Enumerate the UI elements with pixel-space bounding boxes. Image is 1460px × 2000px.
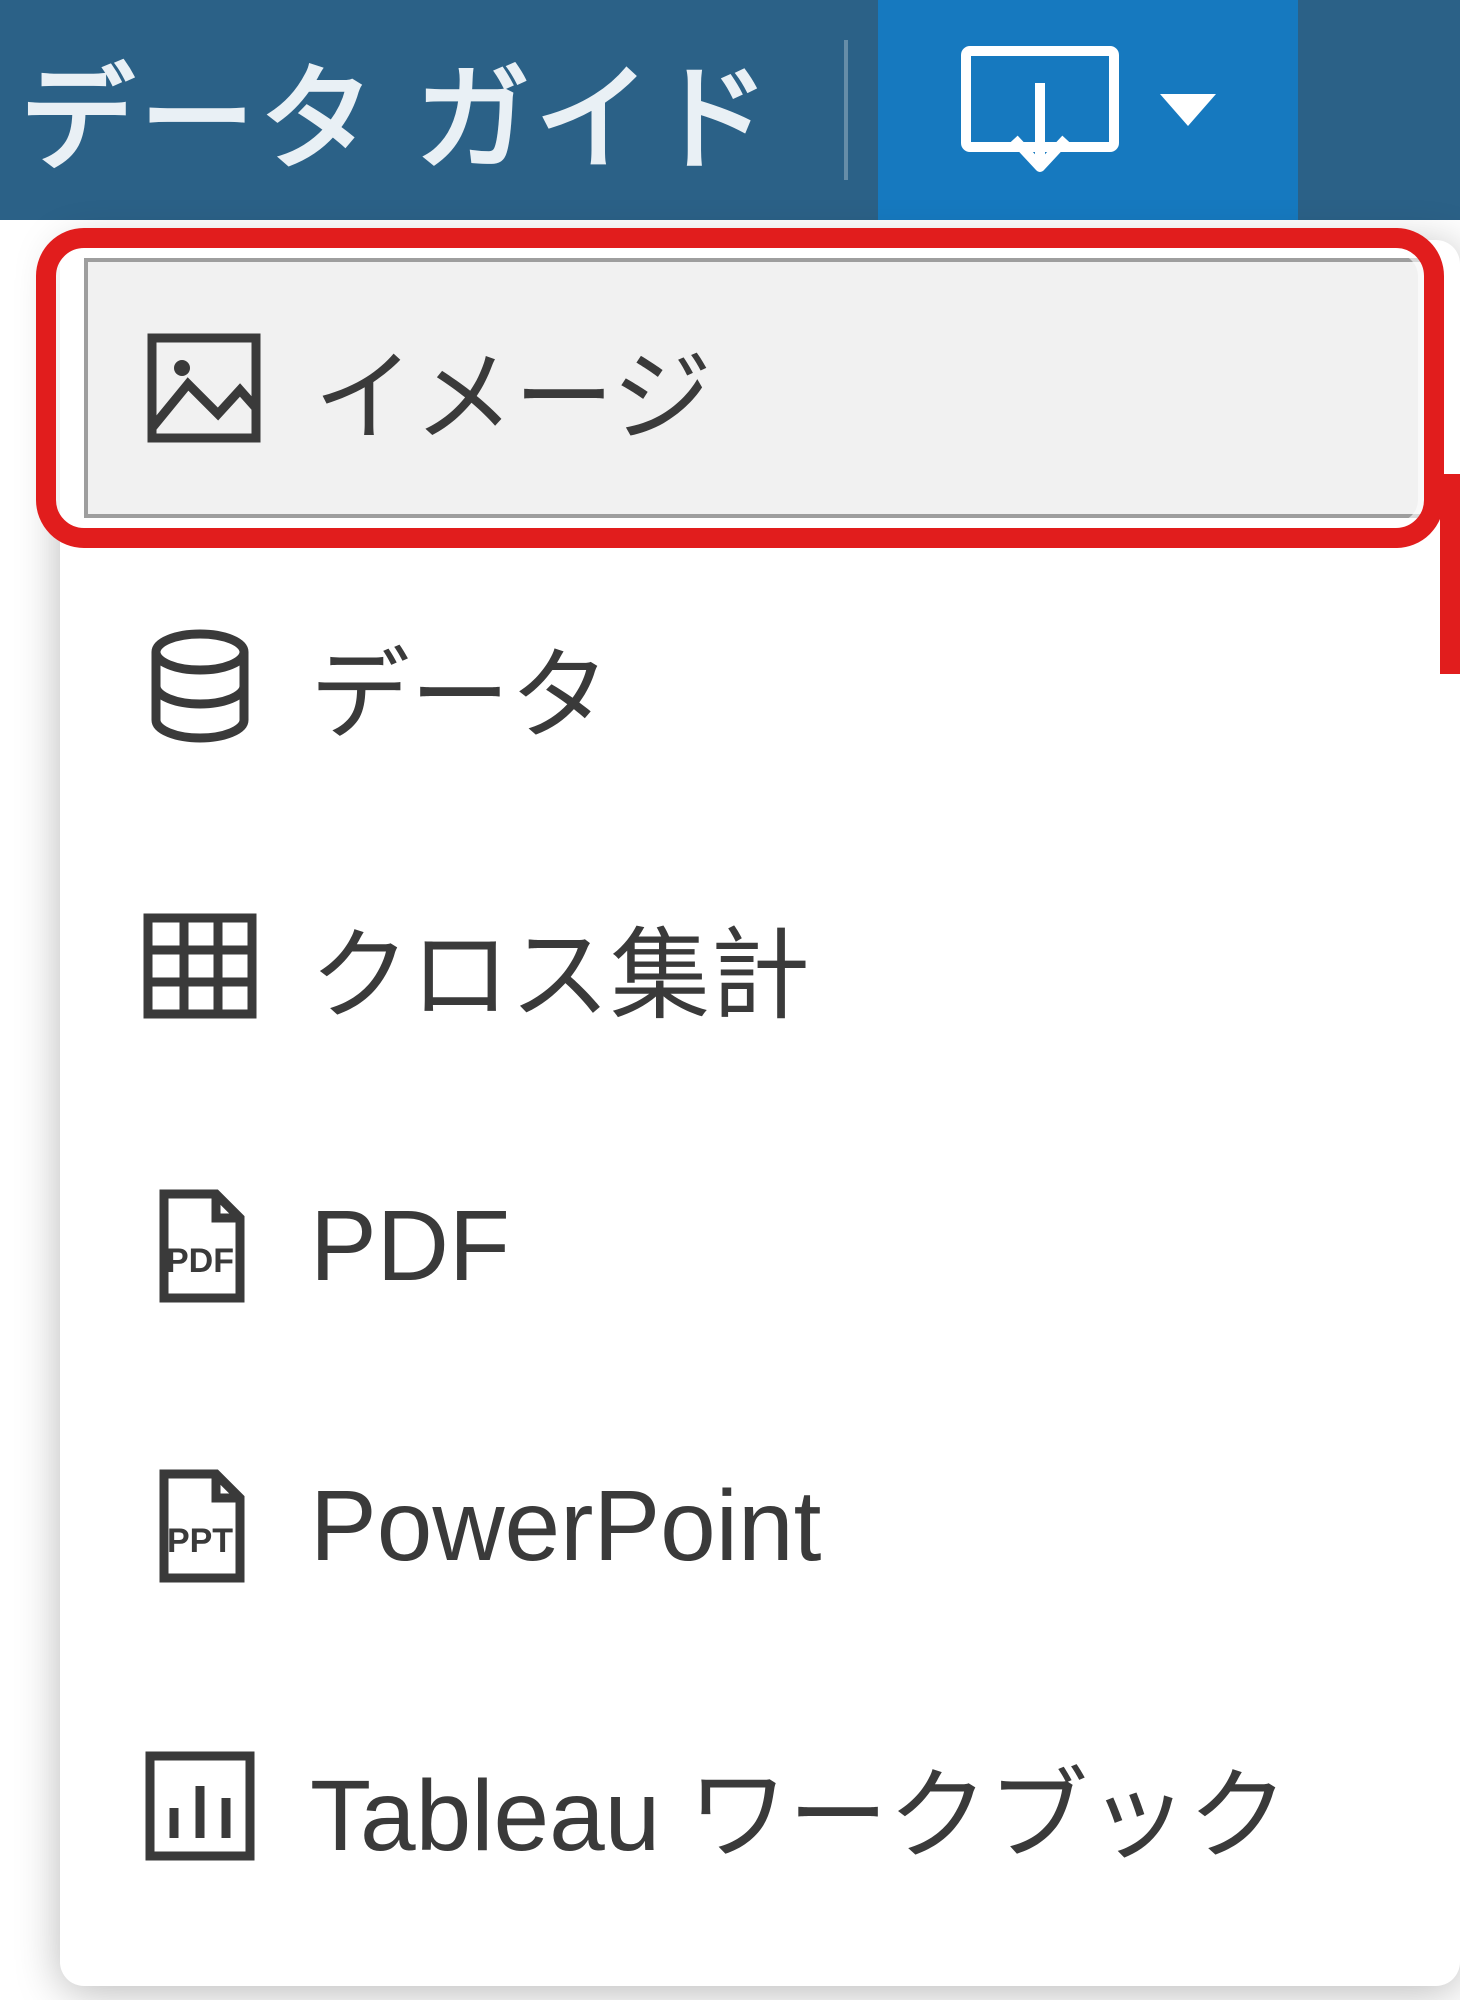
image-icon [144, 328, 264, 448]
menu-item-label: イメージ [314, 316, 712, 461]
menu-item-label: Tableau ワークブック [310, 1734, 1288, 1879]
pdf-icon: PDF [140, 1186, 260, 1306]
menu-item-label: データ [310, 614, 610, 759]
menu-item-data[interactable]: データ [60, 546, 1460, 826]
download-menu: イメージ データ クロス集計 [60, 240, 1460, 1986]
menu-item-label: クロス集計 [310, 894, 810, 1039]
menu-item-image[interactable]: イメージ [84, 258, 1436, 518]
crosstab-icon [140, 906, 260, 1026]
menu-item-tableau-workbook[interactable]: Tableau ワークブック [60, 1666, 1460, 1946]
download-button[interactable] [878, 0, 1298, 220]
data-guide-title[interactable]: データ ガイド [20, 27, 774, 193]
chevron-down-icon [1160, 94, 1216, 126]
menu-item-crosstab[interactable]: クロス集計 [60, 826, 1460, 1106]
svg-text:PPT: PPT [167, 1522, 233, 1560]
menu-item-label: PowerPoint [310, 1469, 821, 1584]
powerpoint-icon: PPT [140, 1466, 260, 1586]
svg-text:PDF: PDF [166, 1242, 234, 1280]
menu-item-pdf[interactable]: PDF PDF [60, 1106, 1460, 1386]
vertical-divider [844, 40, 848, 180]
workbook-icon [140, 1746, 260, 1866]
callout-tab [1440, 474, 1460, 674]
menu-item-label: PDF [310, 1189, 510, 1304]
topbar: データ ガイド [0, 0, 1460, 220]
database-icon [140, 626, 260, 746]
menu-item-powerpoint[interactable]: PPT PowerPoint [60, 1386, 1460, 1666]
download-icon [960, 45, 1120, 175]
